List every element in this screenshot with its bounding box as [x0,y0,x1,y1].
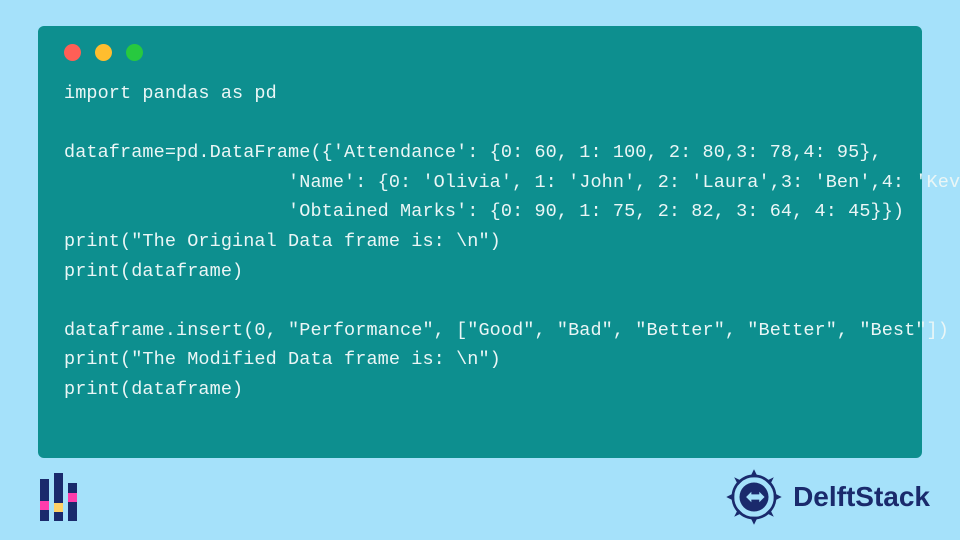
footer: DelftStack [0,458,960,540]
maximize-icon [126,44,143,61]
brand-logo: DelftStack [721,464,930,530]
minimize-icon [95,44,112,61]
gear-badge-icon [721,464,787,530]
code-line: print(dataframe) [64,379,243,400]
code-line: 'Obtained Marks': {0: 90, 1: 75, 2: 82, … [64,201,904,222]
code-line: import pandas as pd [64,83,277,104]
window-controls [64,44,896,61]
code-line: dataframe.insert(0, "Performance", ["Goo… [64,320,949,341]
close-icon [64,44,81,61]
logo-bars-icon [40,473,77,521]
code-line: print("The Original Data frame is: \n") [64,231,501,252]
code-line: 'Name': {0: 'Olivia', 1: 'John', 2: 'Lau… [64,172,960,193]
brand-name: DelftStack [793,481,930,513]
code-line: print(dataframe) [64,261,243,282]
code-window: import pandas as pd dataframe=pd.DataFra… [38,26,922,458]
code-content: import pandas as pd dataframe=pd.DataFra… [64,79,896,405]
code-line: print("The Modified Data frame is: \n") [64,349,501,370]
code-line: dataframe=pd.DataFrame({'Attendance': {0… [64,142,882,163]
